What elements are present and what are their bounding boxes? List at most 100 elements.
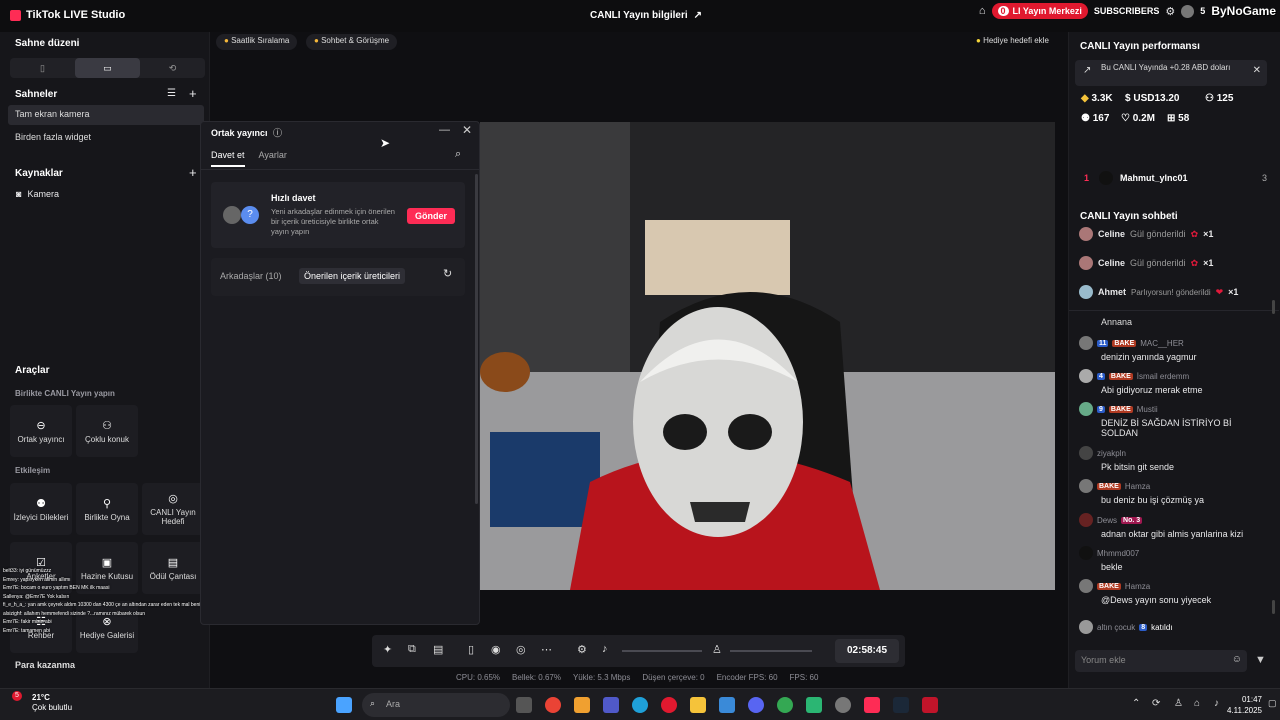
live-center-button[interactable]: 0 LI Yayın Merkezi xyxy=(991,3,1088,19)
scrollbar[interactable] xyxy=(1272,300,1275,314)
diamond-icon: ◆ xyxy=(1081,93,1089,104)
task-view-icon[interactable] xyxy=(516,697,532,713)
cohost-tool-button[interactable]: ⊖ Ortak yayıncı xyxy=(10,405,72,457)
windows-start-icon[interactable] xyxy=(336,697,352,713)
overlay-chat-line: alsizighf: allahım hemmefendi sizinde ?.… xyxy=(3,610,146,617)
cohost-dialog: Ortak yayıncı ⓘ — ✕ Davet et Ayarlar ⌕ ?… xyxy=(200,121,480,625)
tiktok-live-icon[interactable] xyxy=(864,697,880,713)
send-button[interactable]: Gönder xyxy=(406,208,455,224)
volume-icon[interactable]: ♪ xyxy=(1214,698,1219,709)
chat-message: Dews No. 3 adnan oktar gibi almis yanlari… xyxy=(1079,513,1271,539)
home-icon[interactable]: ⌂ xyxy=(979,5,986,17)
suggested-creators-tab[interactable]: Önerilen içerik üreticileri xyxy=(299,268,406,284)
multi-guest-tool-button[interactable]: ⚇ Çoklu konuk xyxy=(76,405,138,457)
friends-tab[interactable]: Arkadaşlar (10) xyxy=(215,268,287,284)
play-together-button[interactable]: ⚲ Birlikte Oyna xyxy=(76,483,138,535)
share-icon: ↗ xyxy=(693,10,703,21)
chrome-alt-icon[interactable] xyxy=(777,697,793,713)
avatar xyxy=(1079,285,1093,299)
taskbar-clock[interactable]: 01:47 4.11.2025 xyxy=(1227,694,1262,716)
close-icon[interactable]: ✕ xyxy=(1253,66,1261,76)
overlay-chat-line: Emr7E: fakir misin abi xyxy=(3,619,52,625)
app-icon[interactable] xyxy=(922,697,938,713)
mic-tray-icon[interactable]: ♙ xyxy=(1174,698,1183,709)
chat-message: ziyakpln Pk bitsin git sende xyxy=(1079,446,1271,472)
comment-input[interactable]: Yorum ekle ☺ xyxy=(1075,650,1247,672)
scrollbar[interactable] xyxy=(475,174,478,504)
effects-icon[interactable]: ⧉ xyxy=(408,643,416,656)
notification-icon[interactable]: ▢ xyxy=(1268,698,1277,709)
refresh-icon[interactable]: ↻ xyxy=(443,267,452,280)
scene-item[interactable]: Birden fazla widget xyxy=(8,128,204,148)
minimize-icon[interactable]: — xyxy=(439,124,450,136)
heart-gift-icon: ❤ xyxy=(1215,286,1224,297)
mic-icon[interactable]: ♙ xyxy=(712,643,722,656)
tab-invite[interactable]: Davet et xyxy=(211,150,245,167)
live-goal-button[interactable]: ◎ CANLI Yayın Hedefi xyxy=(142,483,204,535)
network-icon[interactable]: ⌂ xyxy=(1194,698,1200,709)
list-icon[interactable]: ☰ xyxy=(167,88,176,99)
layout-icon[interactable]: ▤ xyxy=(433,643,443,656)
tray-app-icon[interactable]: ⟳ xyxy=(1152,698,1160,709)
layout-landscape-tab[interactable]: ▭ xyxy=(75,58,140,78)
tray-chevron-icon[interactable]: ⌃ xyxy=(1132,698,1140,709)
app-title: TikTok LIVE Studio xyxy=(10,9,125,21)
more-icon[interactable]: ⋯ xyxy=(541,643,552,656)
right-panel: CANLI Yayın performansı ↗ Bu CANLI Yayın… xyxy=(1068,32,1280,688)
close-icon[interactable]: ✕ xyxy=(462,123,472,137)
chat-call-chip[interactable]: ● Sohbet & Görüşme xyxy=(306,34,398,50)
filter-icon[interactable]: ▼ xyxy=(1255,654,1266,666)
record-icon[interactable]: ◉ xyxy=(491,643,501,656)
chrome-icon[interactable] xyxy=(545,697,561,713)
edge-icon[interactable] xyxy=(632,697,648,713)
help-icon[interactable]: ⓘ xyxy=(273,128,282,138)
camera-switch-icon[interactable]: ◎ xyxy=(516,643,526,656)
add-source-icon[interactable]: + xyxy=(189,165,197,180)
scene-item[interactable]: Tam ekran kamera xyxy=(8,105,204,125)
avatar xyxy=(1079,546,1093,560)
magic-icon[interactable]: ✦ xyxy=(383,643,392,656)
taskbar-search[interactable]: ⌕ Ara xyxy=(362,693,510,717)
weather-widget[interactable]: 5 21°C Çok bulutlu xyxy=(12,691,72,713)
rank-number: 1 xyxy=(1084,173,1090,183)
diamonds-stat: ◆ 3.3K xyxy=(1081,93,1113,104)
dialog-title: Ortak yayıncı ⓘ xyxy=(211,128,283,138)
add-gift-goal-chip[interactable]: ● Hediye hedefi ekle xyxy=(968,34,1057,50)
discord-icon[interactable] xyxy=(748,697,764,713)
overlay-chat: belt33: iyi günümüzzz Emrey: yapsıyken a… xyxy=(3,567,228,635)
earnings-notice: ↗ Bu CANLI Yayında +0.28 ABD doları ✕ xyxy=(1075,60,1267,86)
layout-rotate-tab[interactable]: ⟲ xyxy=(140,58,205,78)
files-icon[interactable] xyxy=(574,697,590,713)
live-info-button[interactable]: CANLI Yayın bilgileri ↗ xyxy=(590,10,702,21)
steam-icon[interactable] xyxy=(893,697,909,713)
store-icon[interactable] xyxy=(719,697,735,713)
emoji-icon[interactable]: ☺ xyxy=(1232,654,1242,665)
folder-icon[interactable] xyxy=(690,697,706,713)
tab-settings[interactable]: Ayarlar xyxy=(259,150,287,167)
title-bar: TikTok LIVE Studio CANLI Yayın bilgileri… xyxy=(0,0,1280,32)
chat-message: 11 BAKE MAC__HER denizin yanında yagmur xyxy=(1079,336,1271,362)
avatar[interactable] xyxy=(1181,4,1195,18)
mic-slider[interactable] xyxy=(730,650,812,652)
phone-icon[interactable]: ▯ xyxy=(468,643,474,656)
layout-portrait-tab[interactable]: ▯ xyxy=(10,58,75,78)
hourly-rank-chip[interactable]: ● Saatlik Sıralama xyxy=(216,34,298,50)
people-icon: ⚉ xyxy=(36,497,46,510)
chat-message: BAKE Hamza bu deniz bu işi çözmüş ya xyxy=(1079,479,1271,505)
settings-icon[interactable]: ⚙ xyxy=(1165,5,1175,18)
add-scene-icon[interactable]: + xyxy=(189,86,197,101)
source-item[interactable]: ◙ Kamera xyxy=(16,189,59,199)
viewer-wishes-button[interactable]: ⚉ İzleyici Dilekleri xyxy=(10,483,72,535)
search-icon: ⌕ xyxy=(370,698,376,708)
opera-icon[interactable] xyxy=(661,697,677,713)
teams-icon[interactable] xyxy=(603,697,619,713)
volume-slider[interactable] xyxy=(622,650,702,652)
speaker-icon[interactable]: ♪ xyxy=(602,643,608,655)
mixer-icon[interactable]: ⚙ xyxy=(577,643,587,656)
app-icon[interactable] xyxy=(806,697,822,713)
search-icon[interactable]: ⌕ xyxy=(455,148,461,161)
top-gifter-row[interactable]: 1 Mahmut_ylnc01 3 xyxy=(1075,169,1267,187)
scrollbar[interactable] xyxy=(1272,600,1275,614)
question-icon: ? xyxy=(241,206,259,224)
app-icon[interactable] xyxy=(835,697,851,713)
